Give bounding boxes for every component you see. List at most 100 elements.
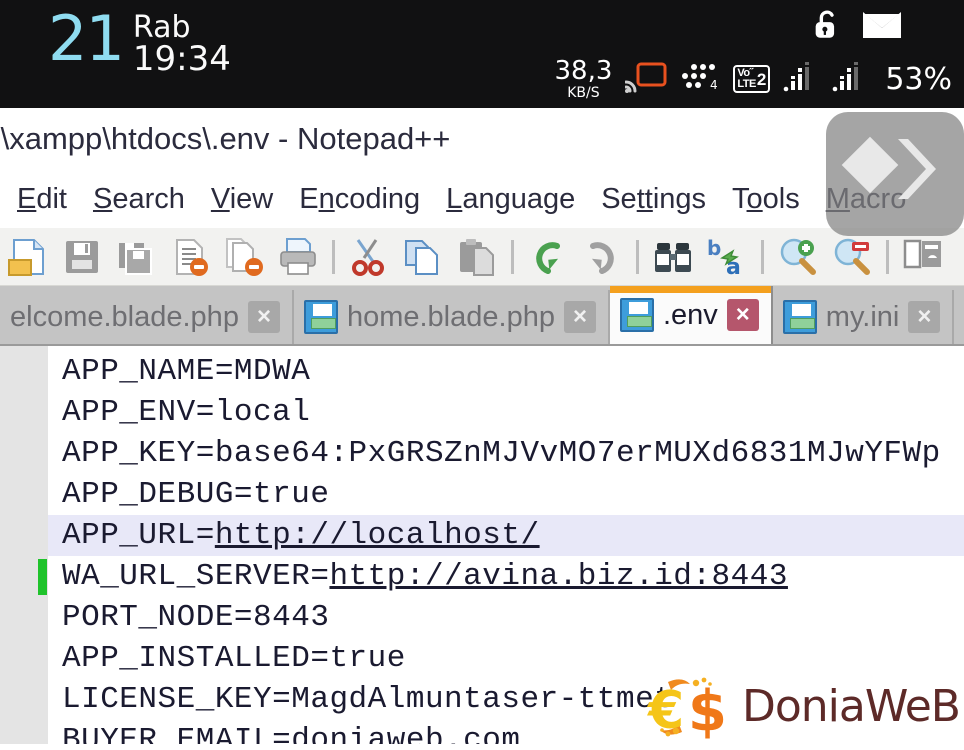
word-wrap-icon[interactable] [897,231,949,283]
code-text: PORT_NODE=8443 [62,600,330,635]
tab-close-button[interactable]: × [247,301,280,333]
status-bar-day-number: 21 [48,2,125,75]
floppy-disk-icon [303,300,338,334]
tab-label: my.ini [825,300,900,333]
editor-gutter [0,346,48,744]
code-line[interactable]: APP_INSTALLED=true [48,638,964,679]
tab-label: elcome.blade.php [10,300,239,333]
code-line[interactable]: WA_URL_SERVER= http://avina.biz.id:8443 [48,556,964,597]
unlocked-padlock-icon [810,8,844,47]
code-url-link[interactable]: http://localhost/ [215,518,540,553]
network-speed-unit: KB/S [567,85,600,101]
change-marker [38,559,47,595]
cut-icon[interactable] [343,231,395,283]
code-line[interactable]: APP_KEY=base64:PxGRSZnMJVvMO7erMUXd6831M… [48,433,964,474]
bluetooth-devices-icon: 4 [680,61,720,98]
zoom-out-icon[interactable] [826,231,878,283]
undo-icon[interactable] [522,231,574,283]
svg-text:4: 4 [710,78,718,92]
floppy-disk-icon [619,298,654,332]
network-speed-value: 38,3 [554,56,613,86]
svg-text:b: b [707,236,721,260]
menu-item-encoding[interactable]: Encoding [286,183,433,216]
menu-item-language[interactable]: Language [433,183,588,216]
code-line[interactable]: APP_URL= http://localhost/ [48,515,964,556]
save-icon[interactable] [56,231,108,283]
menu-item-tools[interactable]: Tools [719,183,813,216]
screen-cast-icon [624,60,667,99]
close-all-icon[interactable] [218,231,270,283]
code-line[interactable]: APP_DEBUG=true [48,474,964,515]
status-bar-date-time: Rab 19:34 [133,12,231,77]
volte-label-bottom: LTE [737,78,756,90]
code-line[interactable]: BUYER_EMAIL=doniaweb.com [48,720,964,744]
code-line[interactable]: PORT_NODE=8443 [48,597,964,638]
new-file-icon[interactable] [2,231,54,283]
status-bar-system-icons: 38,3 KB/S 4 Vo˝ LTE 2 53% [554,58,952,100]
tab-my-ini[interactable]: my.ini × [772,290,955,344]
redo-icon[interactable] [576,231,628,283]
window-title: :\xampp\htdocs\.env - Notepad++ [0,121,451,156]
replace-icon[interactable]: b a [701,231,753,283]
network-speed-indicator: 38,3 KB/S [554,58,612,100]
toolbar-separator [636,239,639,274]
volte-sim-number: 2 [756,69,767,89]
code-line[interactable]: LICENSE_KEY=MagdAlmuntaser-ttmet [48,679,964,720]
menu-bar: Edit Search View Encoding Language Setti… [0,170,964,228]
close-file-icon[interactable] [164,231,216,283]
status-bar-notification-icons [810,8,902,47]
tab-home-blade-php[interactable]: home.blade.php × [293,290,610,344]
code-text: APP_NAME=MDWA [62,354,311,389]
zoom-in-icon[interactable] [772,231,824,283]
notepadpp-window: :\xampp\htdocs\.env - Notepad++ Edit Sea… [0,108,964,744]
signal-bars-icon [832,61,868,98]
toolbar-separator [511,239,514,274]
code-url-link[interactable]: http://avina.biz.id:8443 [329,559,787,594]
toolbar-separator [761,239,764,274]
screen-root: 21 Rab 19:34 38,3 KB/S 4 Vo˝ LTE 2 53%:… [0,0,964,750]
code-line[interactable]: APP_ENV=local [48,392,964,433]
status-bar-time: 19:34 [132,38,231,79]
save-all-icon[interactable] [110,231,162,283]
title-bar: :\xampp\htdocs\.env - Notepad++ [0,108,964,170]
code-text: WA_URL_SERVER= [62,559,330,594]
tab-label: home.blade.php [346,300,555,333]
document-tab-bar: elcome.blade.php × home.blade.php × .env… [0,286,964,344]
print-icon[interactable] [272,231,324,283]
text-editor-area[interactable]: APP_NAME=MDWA APP_ENV=local APP_KEY=base64… [0,344,964,744]
code-text: LICENSE_KEY=MagdAlmuntaser-ttmet [62,682,674,717]
menu-item-settings[interactable]: Settings [588,183,719,216]
find-icon[interactable] [647,231,699,283]
editor-code-area[interactable]: APP_NAME=MDWA APP_ENV=local APP_KEY=base64… [48,346,964,744]
tab-label: .env [662,298,718,331]
floating-recorder-button[interactable] [826,112,964,236]
battery-percentage: 53% [885,61,952,97]
code-text: APP_ENV=local [62,395,311,430]
tab-close-button[interactable]: × [726,299,759,331]
signal-bars-icon [783,61,819,98]
volte-indicator: Vo˝ LTE 2 [733,65,771,93]
envelope-icon [862,9,902,46]
floppy-disk-icon [782,300,817,334]
menu-item-search[interactable]: Search [80,183,198,216]
code-text: APP_DEBUG=true [62,477,330,512]
tab-close-button[interactable]: × [563,301,596,333]
diamond-chevron-icon [840,129,950,220]
copy-icon[interactable] [397,231,449,283]
paste-icon[interactable] [451,231,503,283]
code-text: APP_INSTALLED=true [62,641,406,676]
tab-env[interactable]: .env × [609,286,773,344]
android-status-bar: 21 Rab 19:34 38,3 KB/S 4 Vo˝ LTE 2 53% [0,0,964,108]
code-text: BUYER_EMAIL=doniaweb.com [62,723,521,744]
code-text: APP_KEY=base64:PxGRSZnMJVvMO7erMUXd6831M… [62,436,941,471]
code-line[interactable]: APP_NAME=MDWA [48,351,964,392]
menu-item-edit[interactable]: Edit [4,183,80,216]
menu-item-view[interactable]: View [198,183,286,216]
status-bar-clock-group: 21 Rab 19:34 [48,8,231,77]
toolbar-separator [886,239,889,274]
tab-close-button[interactable]: × [908,301,941,333]
toolbar: b a [0,228,964,286]
code-text: APP_URL= [62,518,215,553]
toolbar-separator [332,239,335,274]
tab-welcome-blade-php[interactable]: elcome.blade.php × [0,290,294,344]
